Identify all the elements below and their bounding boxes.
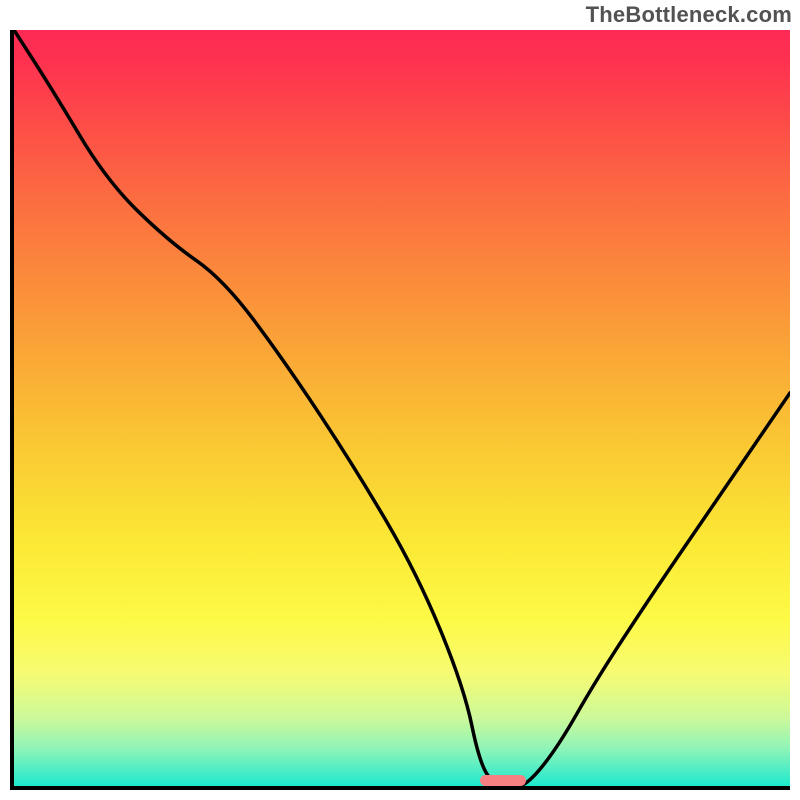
bottleneck-chart: TheBottleneck.com	[0, 0, 800, 800]
plot-area	[10, 30, 790, 790]
bottleneck-curve	[14, 30, 790, 786]
optimal-marker	[480, 775, 527, 786]
watermark-text: TheBottleneck.com	[586, 2, 792, 28]
curve-path	[14, 30, 790, 786]
